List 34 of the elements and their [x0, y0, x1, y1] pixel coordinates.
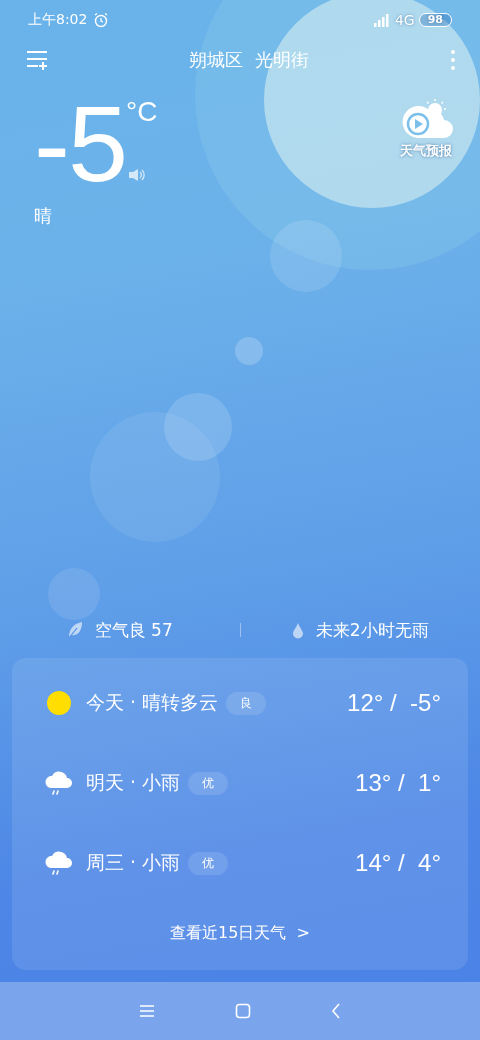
forecast-day-label: 明天 · 小雨 [86, 770, 181, 795]
speaker-icon[interactable] [128, 168, 147, 182]
sun-icon [46, 690, 72, 716]
fifteen-day-forecast-link[interactable]: 查看近15日天气 > [12, 903, 468, 970]
forecast-day-label: 今天 · 晴转多云 [86, 690, 219, 715]
home-icon[interactable] [235, 1003, 251, 1019]
signal-icon [372, 13, 391, 27]
rain-forecast-text: 未来2小时无雨 [315, 618, 429, 642]
temperature-unit: °C [126, 96, 158, 128]
water-drop-icon [291, 621, 304, 639]
battery-level: 98 [418, 13, 452, 27]
city-list-icon[interactable] [26, 50, 48, 70]
temperature-range: 13° / 1° [355, 769, 441, 797]
network-type: 4G [394, 12, 415, 28]
menu-icon[interactable] [139, 1004, 155, 1018]
air-quality-badge: 优 [188, 771, 229, 795]
air-quality-badge: 优 [188, 851, 229, 875]
alarm-clock-icon [93, 12, 110, 28]
leaf-icon [66, 621, 83, 639]
air-quality-badge: 良 [226, 691, 267, 715]
rain-cloud-icon [44, 769, 74, 797]
back-icon[interactable] [331, 1003, 341, 1019]
location-title: 朔城区 光明街 [188, 48, 310, 72]
air-quality-text: 空气良 57 [94, 618, 173, 642]
forecast-day-label: 周三 · 小雨 [86, 850, 181, 875]
rain-cloud-icon [44, 849, 74, 877]
temperature-range: 12° / -5° [347, 689, 441, 717]
temperature-range: 14° / 4° [355, 849, 441, 877]
status-time: 上午8:02 [28, 11, 88, 29]
light-circle [235, 337, 263, 365]
light-circle [270, 220, 342, 292]
current-temperature: -5 [34, 94, 127, 194]
more-icon[interactable] [450, 49, 456, 71]
weather-condition: 晴 [34, 204, 53, 228]
